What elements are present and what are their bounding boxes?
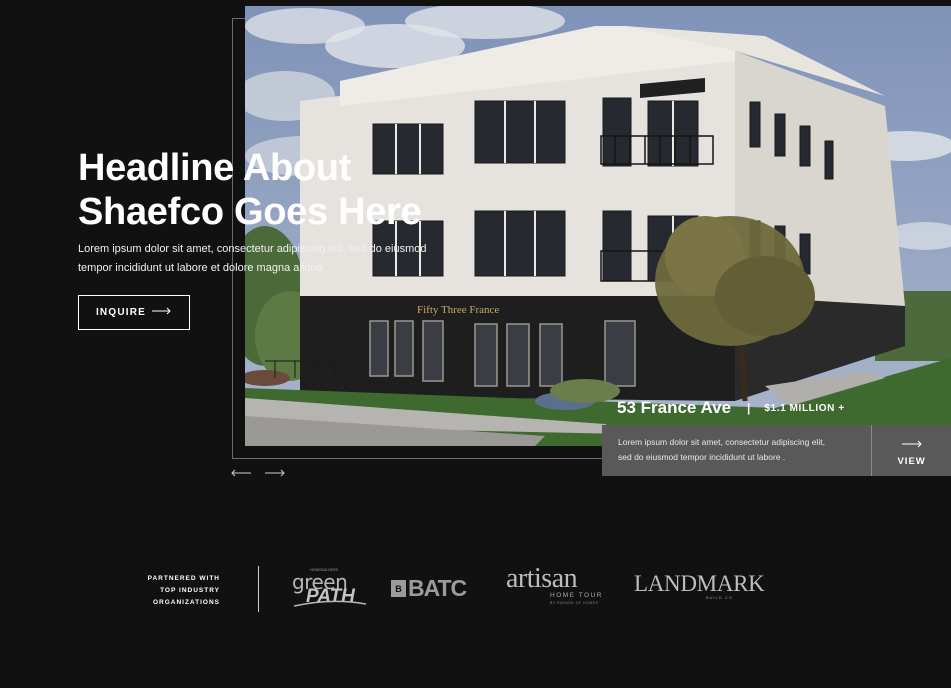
partners-label-line-2: TOP INDUSTRY bbox=[160, 587, 220, 594]
listing-desc-line-2: sed do eiusmod tempor incididunt ut labo… bbox=[618, 452, 786, 462]
artisan-word: artisan bbox=[506, 563, 578, 594]
inquire-label: INQUIRE bbox=[95, 307, 147, 318]
landmark-sub: BUILD CO bbox=[706, 595, 733, 600]
partners-label-line-1: PARTNERED WITH bbox=[147, 575, 220, 582]
frame-line-left bbox=[232, 18, 233, 458]
batc-text: BATC bbox=[408, 575, 467, 601]
partners-label-line-3: ORGANIZATIONS bbox=[152, 599, 220, 606]
listing-price: $1.1 MILLION + bbox=[764, 402, 845, 414]
artisan-sub: HOME TOUR bbox=[550, 592, 603, 599]
landmark-logo[interactable]: LANDMARK BUILD CO bbox=[634, 571, 765, 601]
inquire-button[interactable]: INQUIRE bbox=[78, 295, 190, 330]
page-headline: Headline About Shaefco Goes Here bbox=[78, 146, 422, 234]
artisan-logo[interactable]: artisan HOME TOUR BY PARADE OF HOMES bbox=[506, 563, 606, 606]
arrow-right-icon bbox=[901, 435, 923, 453]
view-button[interactable]: VIEW bbox=[871, 425, 951, 476]
listing-desc-line-1: Lorem ipsum dolor sit amet, consectetur … bbox=[618, 437, 825, 447]
arrow-left-icon[interactable] bbox=[230, 466, 252, 480]
building-sign: Fifty Three France bbox=[417, 304, 499, 316]
headline-line-1: Headline About bbox=[78, 147, 352, 189]
landmark-word: LANDMARK bbox=[634, 571, 765, 596]
lede-line-1: Lorem ipsum dolor sit amet, consectetur … bbox=[78, 243, 427, 255]
partners-divider bbox=[258, 566, 259, 612]
slider-controls bbox=[230, 466, 286, 480]
artisan-tiny: BY PARADE OF HOMES bbox=[550, 601, 599, 605]
listing-separator: | bbox=[747, 401, 751, 415]
greenpath-logo[interactable]: HOMEBUILDERS green PATH bbox=[292, 568, 368, 610]
partners-label: PARTNERED WITH TOP INDUSTRY ORGANIZATION… bbox=[120, 573, 220, 609]
view-label: VIEW bbox=[897, 455, 926, 467]
listing-title: 53 France Ave | $1.1 MILLION + bbox=[617, 398, 845, 418]
batc-logo[interactable]: B BATC bbox=[391, 575, 467, 602]
arrow-right-icon[interactable] bbox=[264, 466, 286, 480]
lede-line-2: tempor incididunt ut labore et dolore ma… bbox=[78, 262, 326, 274]
greenpath-swoosh-icon bbox=[293, 600, 367, 607]
listing-card: Lorem ipsum dolor sit amet, consectetur … bbox=[602, 425, 951, 476]
frame-line-bottom bbox=[232, 458, 612, 459]
frame-line-top bbox=[232, 18, 246, 19]
listing-description: Lorem ipsum dolor sit amet, consectetur … bbox=[602, 425, 871, 476]
arrow-right-icon bbox=[152, 307, 172, 318]
hero-lede: Lorem ipsum dolor sit amet, consectetur … bbox=[78, 240, 498, 278]
batc-mark: B bbox=[391, 580, 406, 597]
listing-name[interactable]: 53 France Ave bbox=[617, 398, 731, 418]
headline-line-2: Shaefco Goes Here bbox=[78, 191, 422, 233]
